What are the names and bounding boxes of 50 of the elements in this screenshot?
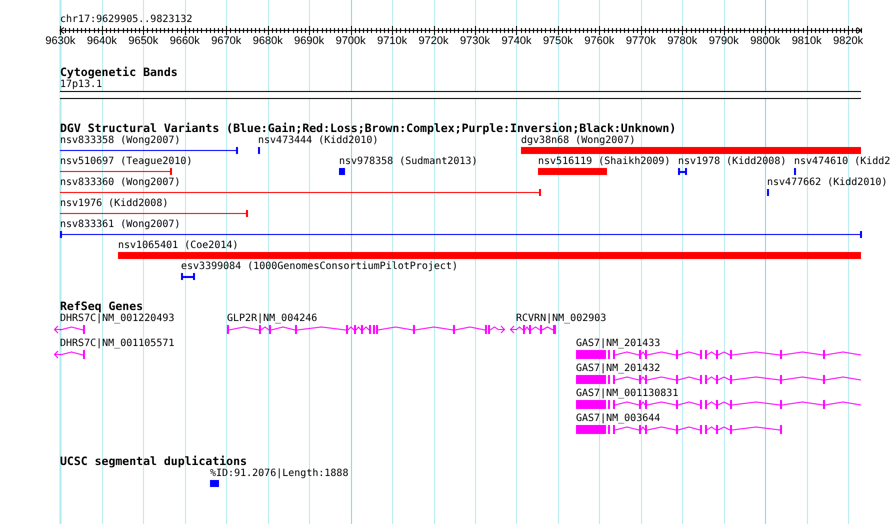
tick-label: 9720k (418, 35, 449, 47)
tick-label: 9820k (833, 35, 864, 47)
variant-label: nsv477662 (Kidd2010) (767, 177, 888, 188)
band-label: 17p13.1 (60, 79, 102, 90)
tick-label: 9660k (170, 35, 200, 47)
tick-label: 9740k (501, 35, 532, 47)
tick-label: 9670k (211, 35, 242, 47)
tick-label: 9640k (86, 35, 117, 47)
tick-label: 9680k (252, 35, 283, 47)
variant-label: esv3399084 (1000GenomesConsortiumPilotProject) (181, 261, 458, 272)
tick-label: 9770k (626, 35, 656, 47)
variant-label: nsv474610 (Kidd2 (794, 156, 890, 167)
gene-label: RCVRN|NM_002903 (516, 313, 606, 324)
gene-label: DHRS7C|NM_001105571 (60, 338, 174, 349)
track-title: Cytogenetic Bands (59, 66, 178, 78)
variant-label: nsv833360 (Wong2007) (60, 177, 180, 188)
track-title: UCSC segmental duplications (59, 455, 247, 467)
variant-label: nsv833358 (Wong2007) (60, 135, 180, 146)
tick-label: 9800k (750, 35, 780, 47)
gene-label: GAS7|NM_201432 (576, 363, 660, 374)
track-title: RefSeq Genes (59, 300, 144, 312)
gene-label: GLP2R|NM_004246 (227, 313, 318, 324)
variant-label: nsv510697 (Teague2010) (60, 156, 192, 167)
duplication-label: %ID:91.2076|Length:1888 (210, 468, 348, 479)
tick-label: 9780k (667, 35, 698, 47)
tick-label: 9690k (294, 35, 324, 47)
variant-label: nsv978358 (Sudmant2013) (339, 156, 478, 167)
variant-label: nsv516119 (Shaikh2009) (538, 156, 670, 167)
variant-label: dgv38n68 (Wong2007) (521, 135, 636, 146)
tick-label: 9730k (460, 35, 490, 47)
tick-label: 9700k (336, 35, 366, 47)
region-label: chr17:9629905..9823132 (59, 13, 194, 26)
gene-label: GAS7|NM_001130831 (576, 388, 678, 399)
duplication-bar (210, 480, 219, 487)
gene-label: GAS7|NM_003644 (576, 413, 660, 424)
variant-label: nsv1976 (Kidd2008) (60, 198, 168, 209)
variant-label: nsv1978 (Kidd2008) (678, 156, 786, 167)
gene-label: GAS7|NM_201433 (576, 338, 660, 349)
tick-label: 9750k (542, 35, 573, 47)
tick-label: 9650k (128, 35, 158, 47)
tick-label: 9630k (45, 35, 76, 47)
gene-label: DHRS7C|NM_001220493 (60, 313, 174, 324)
track-title: DGV Structural Variants (Blue:Gain;Red:Loss;Brown:Complex;Purple:Inversion;Black:Unknown) (59, 122, 676, 134)
variant-label: nsv1065401 (Coe2014) (118, 240, 238, 251)
variant-label: nsv833361 (Wong2007) (60, 219, 180, 230)
tick-label: 9710k (377, 35, 408, 47)
tick-label: 9810k (792, 35, 822, 47)
tick-label: 9760k (584, 35, 614, 47)
tick-label: 9790k (708, 35, 739, 47)
variant-label: nsv473444 (Kidd2010) (258, 135, 378, 146)
